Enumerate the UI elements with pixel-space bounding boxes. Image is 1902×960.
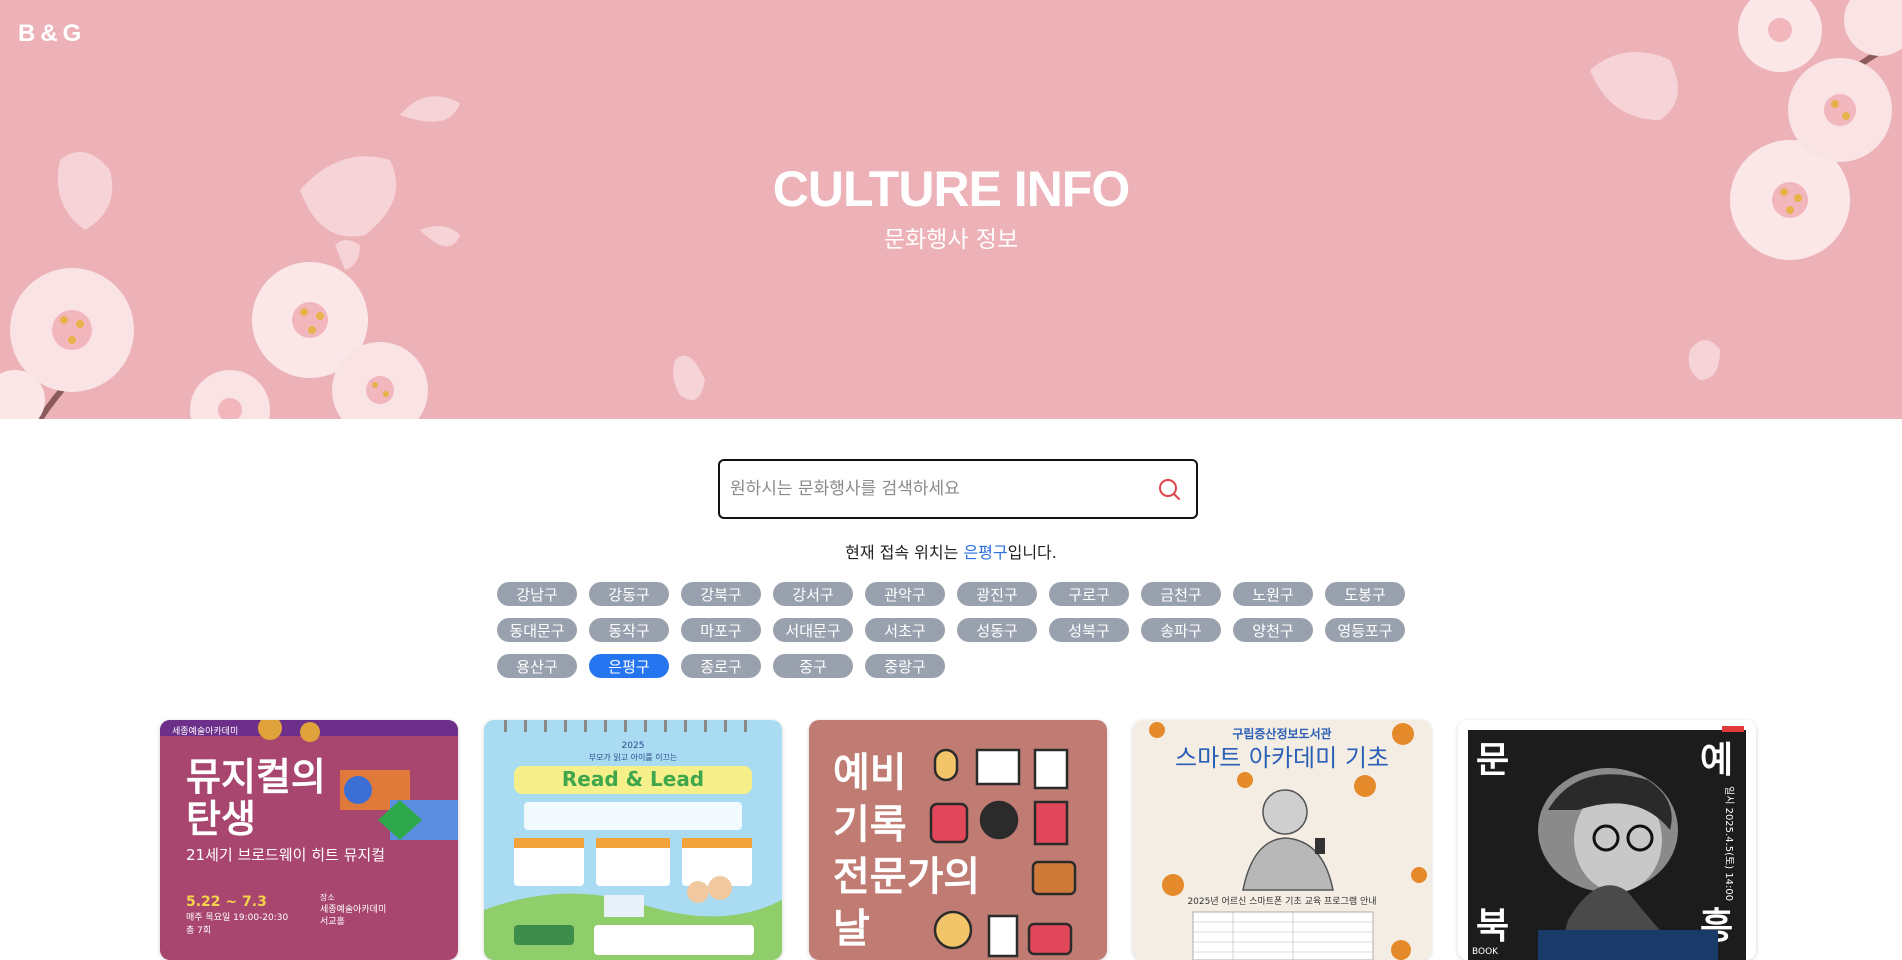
event-card-musical[interactable]: 세종예술아카데미 뮤지컬의 탄생 21세기 브로드웨이 히트 뮤지컬 5.22 … <box>160 720 458 960</box>
poster-subtitle: 21세기 브로드웨이 히트 뮤지컬 <box>186 846 385 864</box>
district-chip[interactable]: 중랑구 <box>865 654 945 678</box>
district-chip[interactable]: 송파구 <box>1141 618 1221 642</box>
location-suffix: 입니다. <box>1007 543 1057 562</box>
district-chip[interactable]: 관악구 <box>865 582 945 606</box>
district-chip[interactable]: 종로구 <box>681 654 761 678</box>
logo[interactable]: B&G <box>18 20 86 48</box>
poster-title-line1: 뮤지컬의 <box>186 755 326 799</box>
district-chip[interactable]: 동대문구 <box>497 618 577 642</box>
poster-hall: 서교홀 <box>320 915 345 927</box>
poster-char-2: 예 <box>1700 740 1733 781</box>
page-title: CULTURE INFO <box>772 161 1130 217</box>
poster-char-3: 북 <box>1476 906 1509 947</box>
hero-banner: B&G CULTURE INFO 문화행사 정보 <box>0 0 1902 419</box>
district-chip[interactable]: 성동구 <box>957 618 1037 642</box>
poster-date: 5.22 ~ 7.3 <box>186 894 267 910</box>
event-card-smart-academy[interactable]: 구립증산정보도서관 스마트 아카데미 기초 2025년 어르신 스마트폰 기초 … <box>1133 720 1431 960</box>
poster-title-line2: 기록 <box>833 802 907 848</box>
event-poster-musical: 세종예술아카데미 뮤지컬의 탄생 21세기 브로드웨이 히트 뮤지컬 5.22 … <box>160 720 458 960</box>
district-chip[interactable]: 성북구 <box>1049 618 1129 642</box>
poster-sessions: 총 7회 <box>186 925 211 936</box>
event-poster-read-and-lead: 2025 부모가 읽고 아이를 이끄는 Read & Lead <box>484 720 782 960</box>
page-subtitle: 문화행사 정보 <box>883 227 1019 253</box>
current-location: 현재 접속 위치는 은평구입니다. <box>0 539 1902 563</box>
event-card-read-and-lead[interactable]: 2025 부모가 읽고 아이를 이끄는 Read & Lead <box>484 720 782 960</box>
location-prefix: 현재 접속 위치는 <box>845 543 964 562</box>
district-chip[interactable]: 강북구 <box>681 582 761 606</box>
poster-char-1: 문 <box>1476 740 1509 781</box>
district-chip[interactable]: 중구 <box>773 654 853 678</box>
search-icon <box>1159 479 1180 500</box>
event-poster-smart-academy: 구립증산정보도서관 스마트 아카데미 기초 2025년 어르신 스마트폰 기초 … <box>1133 720 1431 960</box>
poster-title-line4: 날 <box>833 906 870 952</box>
district-chip[interactable]: 강서구 <box>773 582 853 606</box>
poster-place: 세종예술아카데미 <box>320 904 386 915</box>
poster-title-line1: 예비 <box>833 750 907 796</box>
district-chip[interactable]: 금천구 <box>1141 582 1221 606</box>
poster-title-line3: 전문가의 <box>833 854 980 900</box>
poster-title: Read & Lead <box>562 767 704 791</box>
district-chip[interactable]: 동작구 <box>589 618 669 642</box>
district-chip[interactable]: 서초구 <box>865 618 945 642</box>
district-chip[interactable]: 양천구 <box>1233 618 1313 642</box>
district-chip[interactable]: 노원구 <box>1233 582 1313 606</box>
district-chip[interactable]: 구로구 <box>1049 582 1129 606</box>
district-chip[interactable]: 은평구 <box>589 654 669 678</box>
poster-caption: 2025년 어르신 스마트폰 기초 교육 프로그램 안내 <box>1187 895 1376 907</box>
district-filter: 강남구 강동구 강북구 강서구 관악구 광진구 구로구 금천구 노원구 도봉구동대문구 동작구 마포구… <box>497 582 1417 678</box>
district-chip[interactable]: 강남구 <box>497 582 577 606</box>
poster-badge: BOOK <box>1472 947 1499 957</box>
district-chip[interactable]: 광진구 <box>957 582 1037 606</box>
event-poster-archivist-day: 예비 기록 전문가의 날 <box>809 720 1107 960</box>
poster-year: 2025 <box>622 741 645 751</box>
location-district: 은평구 <box>963 543 1008 562</box>
district-chip[interactable]: 용산구 <box>497 654 577 678</box>
event-poster-book-festival: 문 예 북 흥 BOOK 일시 2025.4.5(토) 14:00 <box>1458 720 1756 960</box>
district-chip[interactable]: 도봉구 <box>1325 582 1405 606</box>
poster-side-text: 일시 2025.4.5(토) 14:00 <box>1723 786 1735 901</box>
district-chip[interactable]: 서대문구 <box>773 618 853 642</box>
search-bar <box>718 459 1198 519</box>
event-card-archivist-day[interactable]: 예비 기록 전문가의 날 <box>809 720 1107 960</box>
poster-place-label: 장소 <box>320 892 335 902</box>
poster-time: 매주 목요일 19:00-20:30 <box>186 912 289 923</box>
poster-tagline: 부모가 읽고 아이를 이끄는 <box>589 752 678 762</box>
poster-org: 구립증산정보도서관 <box>1232 726 1331 741</box>
district-chip[interactable]: 영등포구 <box>1325 618 1405 642</box>
district-chip[interactable]: 강동구 <box>589 582 669 606</box>
event-card-book-festival[interactable]: 문 예 북 흥 BOOK 일시 2025.4.5(토) 14:00 <box>1458 720 1756 960</box>
poster-title-line2: 탄생 <box>186 797 256 841</box>
poster-brand: 세종예술아카데미 <box>172 726 238 737</box>
search-input[interactable] <box>730 479 1152 499</box>
district-chip[interactable]: 마포구 <box>681 618 761 642</box>
poster-title: 스마트 아카데미 기초 <box>1175 744 1389 772</box>
search-button[interactable] <box>1152 472 1186 506</box>
